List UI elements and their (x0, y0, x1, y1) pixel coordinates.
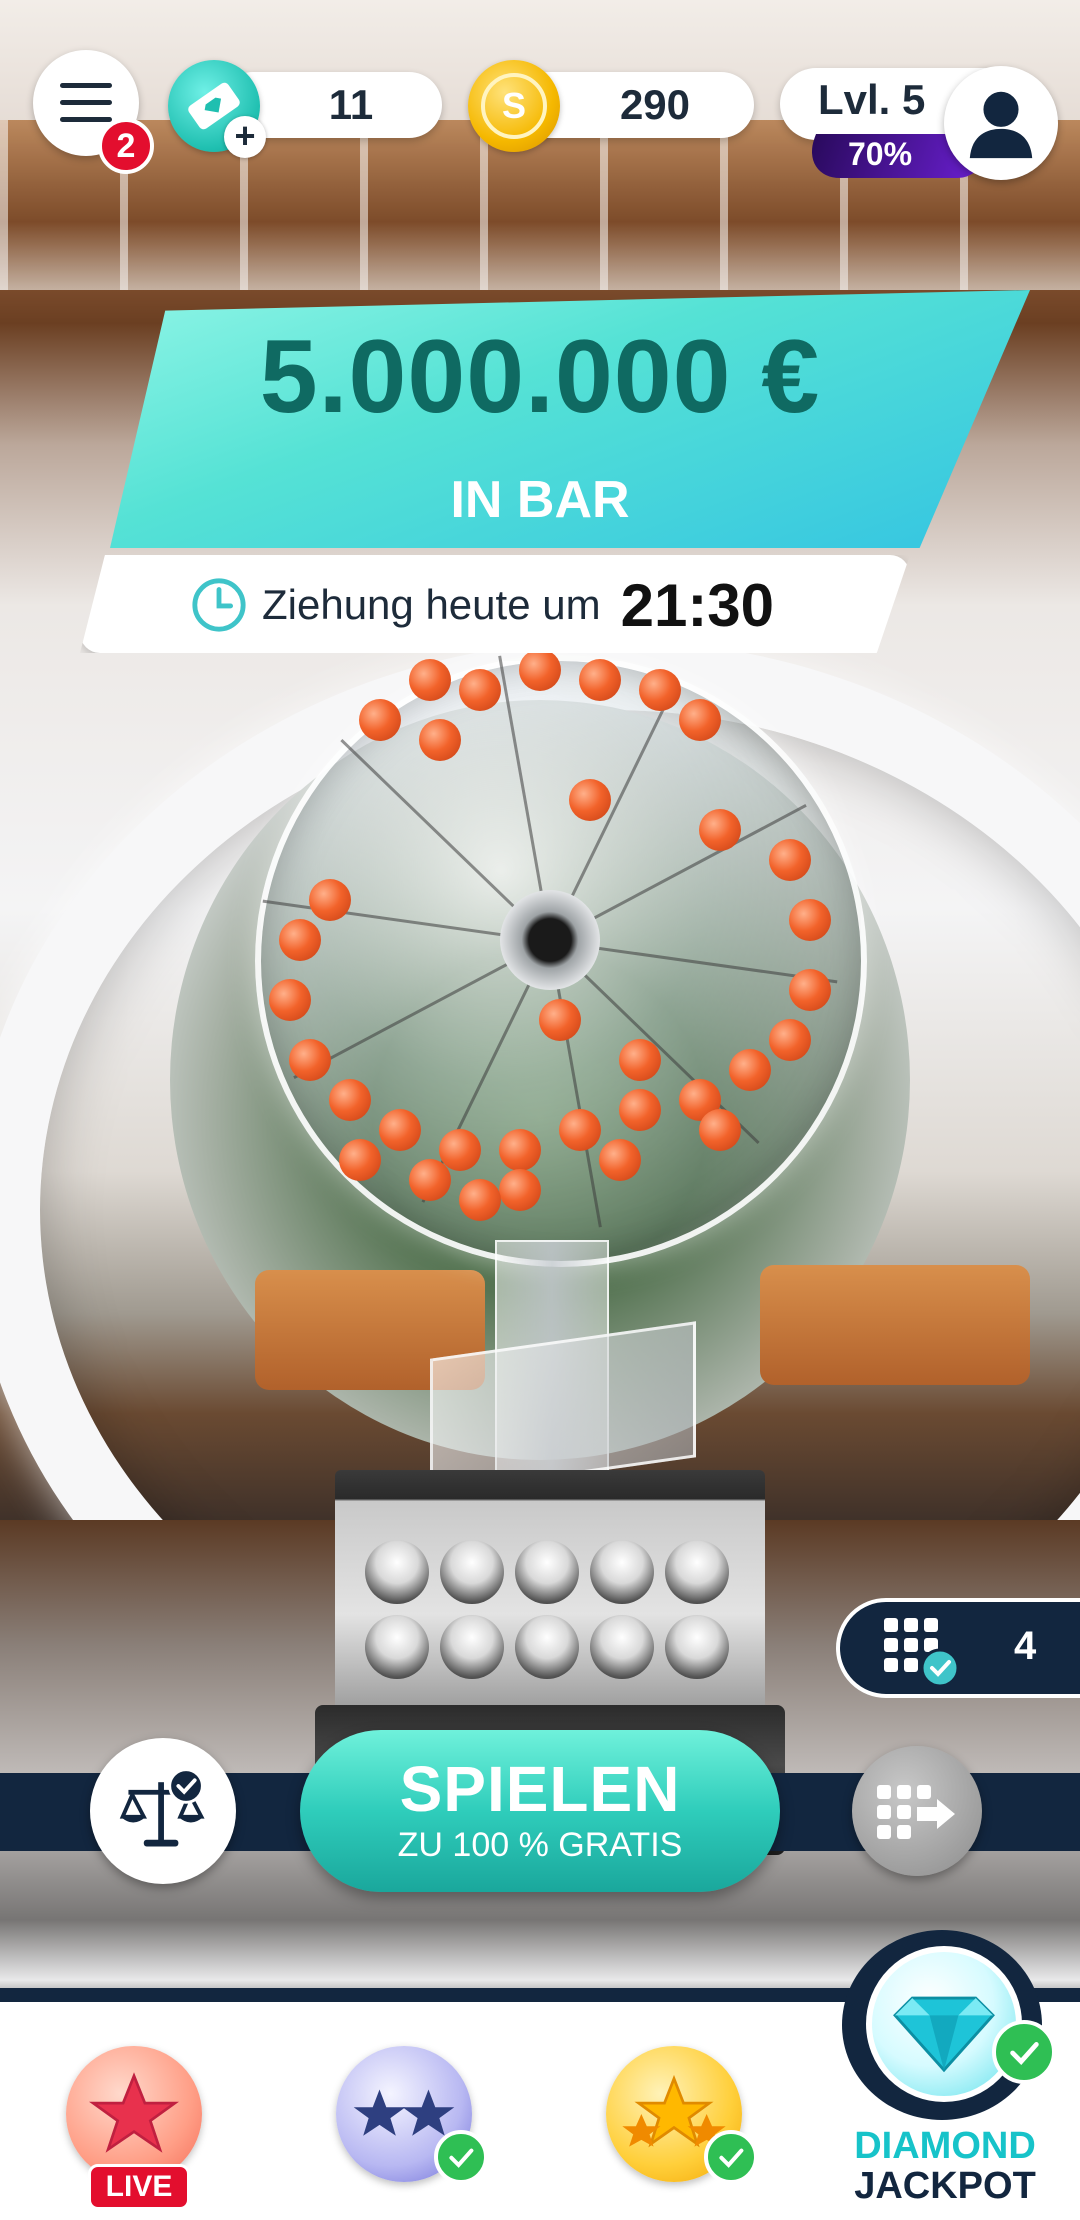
fairness-button[interactable] (90, 1738, 236, 1884)
level-label: Lvl. 5 (818, 76, 926, 123)
lottery-ball (539, 999, 581, 1041)
clock-icon (192, 578, 246, 632)
lottery-ball (339, 1139, 381, 1181)
star-icon (88, 2072, 180, 2153)
diamond-label-line1: DIAMOND (854, 2125, 1036, 2167)
lottery-ball (789, 899, 831, 941)
lottery-ball (519, 649, 561, 691)
diamond-label-line2: JACKPOT (854, 2165, 1036, 2207)
lottery-ball (699, 809, 741, 851)
tickets-badge-count: 4 (1014, 1624, 1037, 1668)
lottery-ball (499, 1169, 541, 1211)
sofa-right (760, 1265, 1030, 1385)
coin-symbol: S (481, 73, 547, 139)
ball-slot (590, 1615, 654, 1679)
ball-slot (440, 1615, 504, 1679)
user-icon (969, 91, 1033, 159)
lottery-ball (729, 1049, 771, 1091)
plus-icon[interactable]: + (224, 116, 266, 158)
play-button[interactable]: SPIELEN ZU 100 % GRATIS (300, 1730, 780, 1892)
play-button-sublabel: ZU 100 % GRATIS (397, 1826, 683, 1864)
draw-label: Ziehung heute um (262, 581, 601, 628)
coins-count: 290 (619, 81, 691, 128)
level-progress-label: 70% (848, 136, 913, 172)
play-button-label: SPIELEN (399, 1753, 681, 1825)
machine-base (335, 1470, 765, 1710)
diamond-jackpot-label[interactable]: DIAMOND JACKPOT (830, 2126, 1060, 2206)
ball-slot (515, 1540, 579, 1604)
nav-diamond-jackpot-button[interactable] (866, 1946, 1022, 2102)
lottery-ball (699, 1109, 741, 1151)
lottery-ball (599, 1139, 641, 1181)
lottery-ball (419, 719, 461, 761)
lottery-ball (789, 969, 831, 1011)
lottery-ball (459, 669, 501, 711)
diamond-icon (893, 1996, 995, 2073)
lottery-ball (309, 879, 351, 921)
jackpot-subtitle: IN BAR (450, 471, 630, 529)
draw-time: 21:30 (620, 571, 775, 639)
check-icon (704, 2130, 758, 2184)
lottery-ball (569, 779, 611, 821)
lottery-ball (409, 659, 451, 701)
check-icon (992, 2020, 1056, 2084)
ball-slot (365, 1540, 429, 1604)
lottery-ball (269, 979, 311, 1021)
lottery-ball (329, 1079, 371, 1121)
lottery-ball (769, 839, 811, 881)
scale-check-icon (119, 1768, 205, 1847)
lottery-ball (619, 1039, 661, 1081)
lottery-ball (379, 1109, 421, 1151)
lottery-ball (769, 1019, 811, 1061)
lottery-ball (409, 1159, 451, 1201)
lottery-ball (579, 659, 621, 701)
ball-slot (515, 1615, 579, 1679)
ball-slot (665, 1540, 729, 1604)
lottery-ball (639, 669, 681, 711)
ball-slot (665, 1615, 729, 1679)
lottery-ball (679, 699, 721, 741)
lottery-ball (619, 1089, 661, 1131)
check-icon (434, 2130, 488, 2184)
ball-slot (440, 1540, 504, 1604)
draw-info: Ziehung heute um 21:30 (190, 570, 774, 640)
coin-icon: S (468, 60, 560, 152)
grid-check-icon (884, 1618, 964, 1693)
globe-hub (500, 890, 600, 990)
ball-slot (365, 1615, 429, 1679)
lottery-ball (499, 1129, 541, 1171)
grid-arrow-icon (877, 1785, 955, 1839)
profile-avatar-button[interactable] (944, 66, 1058, 180)
lottery-ball (359, 699, 401, 741)
next-ticket-button[interactable] (852, 1746, 982, 1876)
lottery-ball (279, 919, 321, 961)
live-tag: LIVE (88, 2164, 190, 2210)
jackpot-amount: 5.000.000 € (259, 319, 821, 435)
ball-slot (590, 1540, 654, 1604)
menu-notification-badge: 2 (98, 118, 154, 174)
nav-live-button[interactable] (66, 2046, 202, 2182)
lottery-ball (459, 1179, 501, 1221)
lottery-ball (289, 1039, 331, 1081)
menu-icon (60, 83, 112, 122)
tickets-count: 11 (328, 81, 374, 128)
lottery-ball (559, 1109, 601, 1151)
